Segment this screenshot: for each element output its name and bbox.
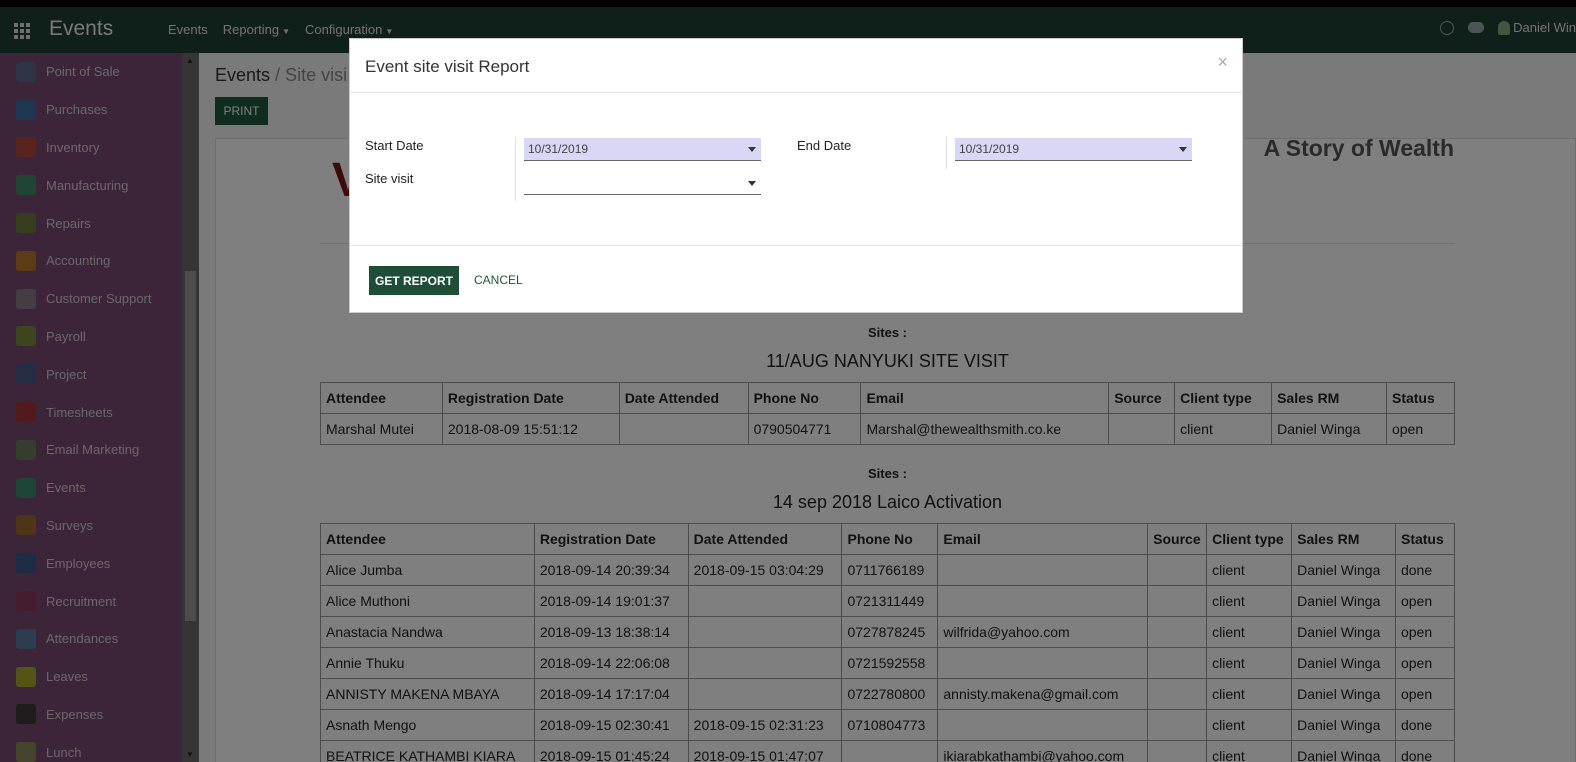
- dialog-title: Event site visit Report: [365, 57, 530, 76]
- field-separator: [946, 137, 947, 169]
- caret-down-icon[interactable]: [748, 147, 756, 152]
- dialog-header: Event site visit Report ×: [350, 39, 1242, 93]
- site-visit-label: Site visit: [365, 171, 414, 186]
- caret-down-icon[interactable]: [1179, 147, 1187, 152]
- end-date-label: End Date: [797, 138, 852, 153]
- get-report-button[interactable]: GET REPORT: [369, 266, 459, 295]
- cancel-button[interactable]: CANCEL: [474, 273, 523, 287]
- caret-down-icon[interactable]: [748, 181, 756, 186]
- start-date-field[interactable]: [524, 138, 761, 161]
- end-date-input[interactable]: [955, 138, 1192, 160]
- dialog-footer-divider: [350, 245, 1242, 246]
- site-visit-select[interactable]: [524, 172, 761, 195]
- end-date-field[interactable]: [955, 138, 1192, 161]
- start-date-input[interactable]: [524, 138, 761, 160]
- field-separator: [515, 137, 516, 201]
- report-dialog: Event site visit Report × Start Date Sit…: [349, 38, 1243, 313]
- start-date-label: Start Date: [365, 138, 424, 153]
- close-icon[interactable]: ×: [1217, 52, 1228, 73]
- site-visit-input[interactable]: [524, 172, 761, 194]
